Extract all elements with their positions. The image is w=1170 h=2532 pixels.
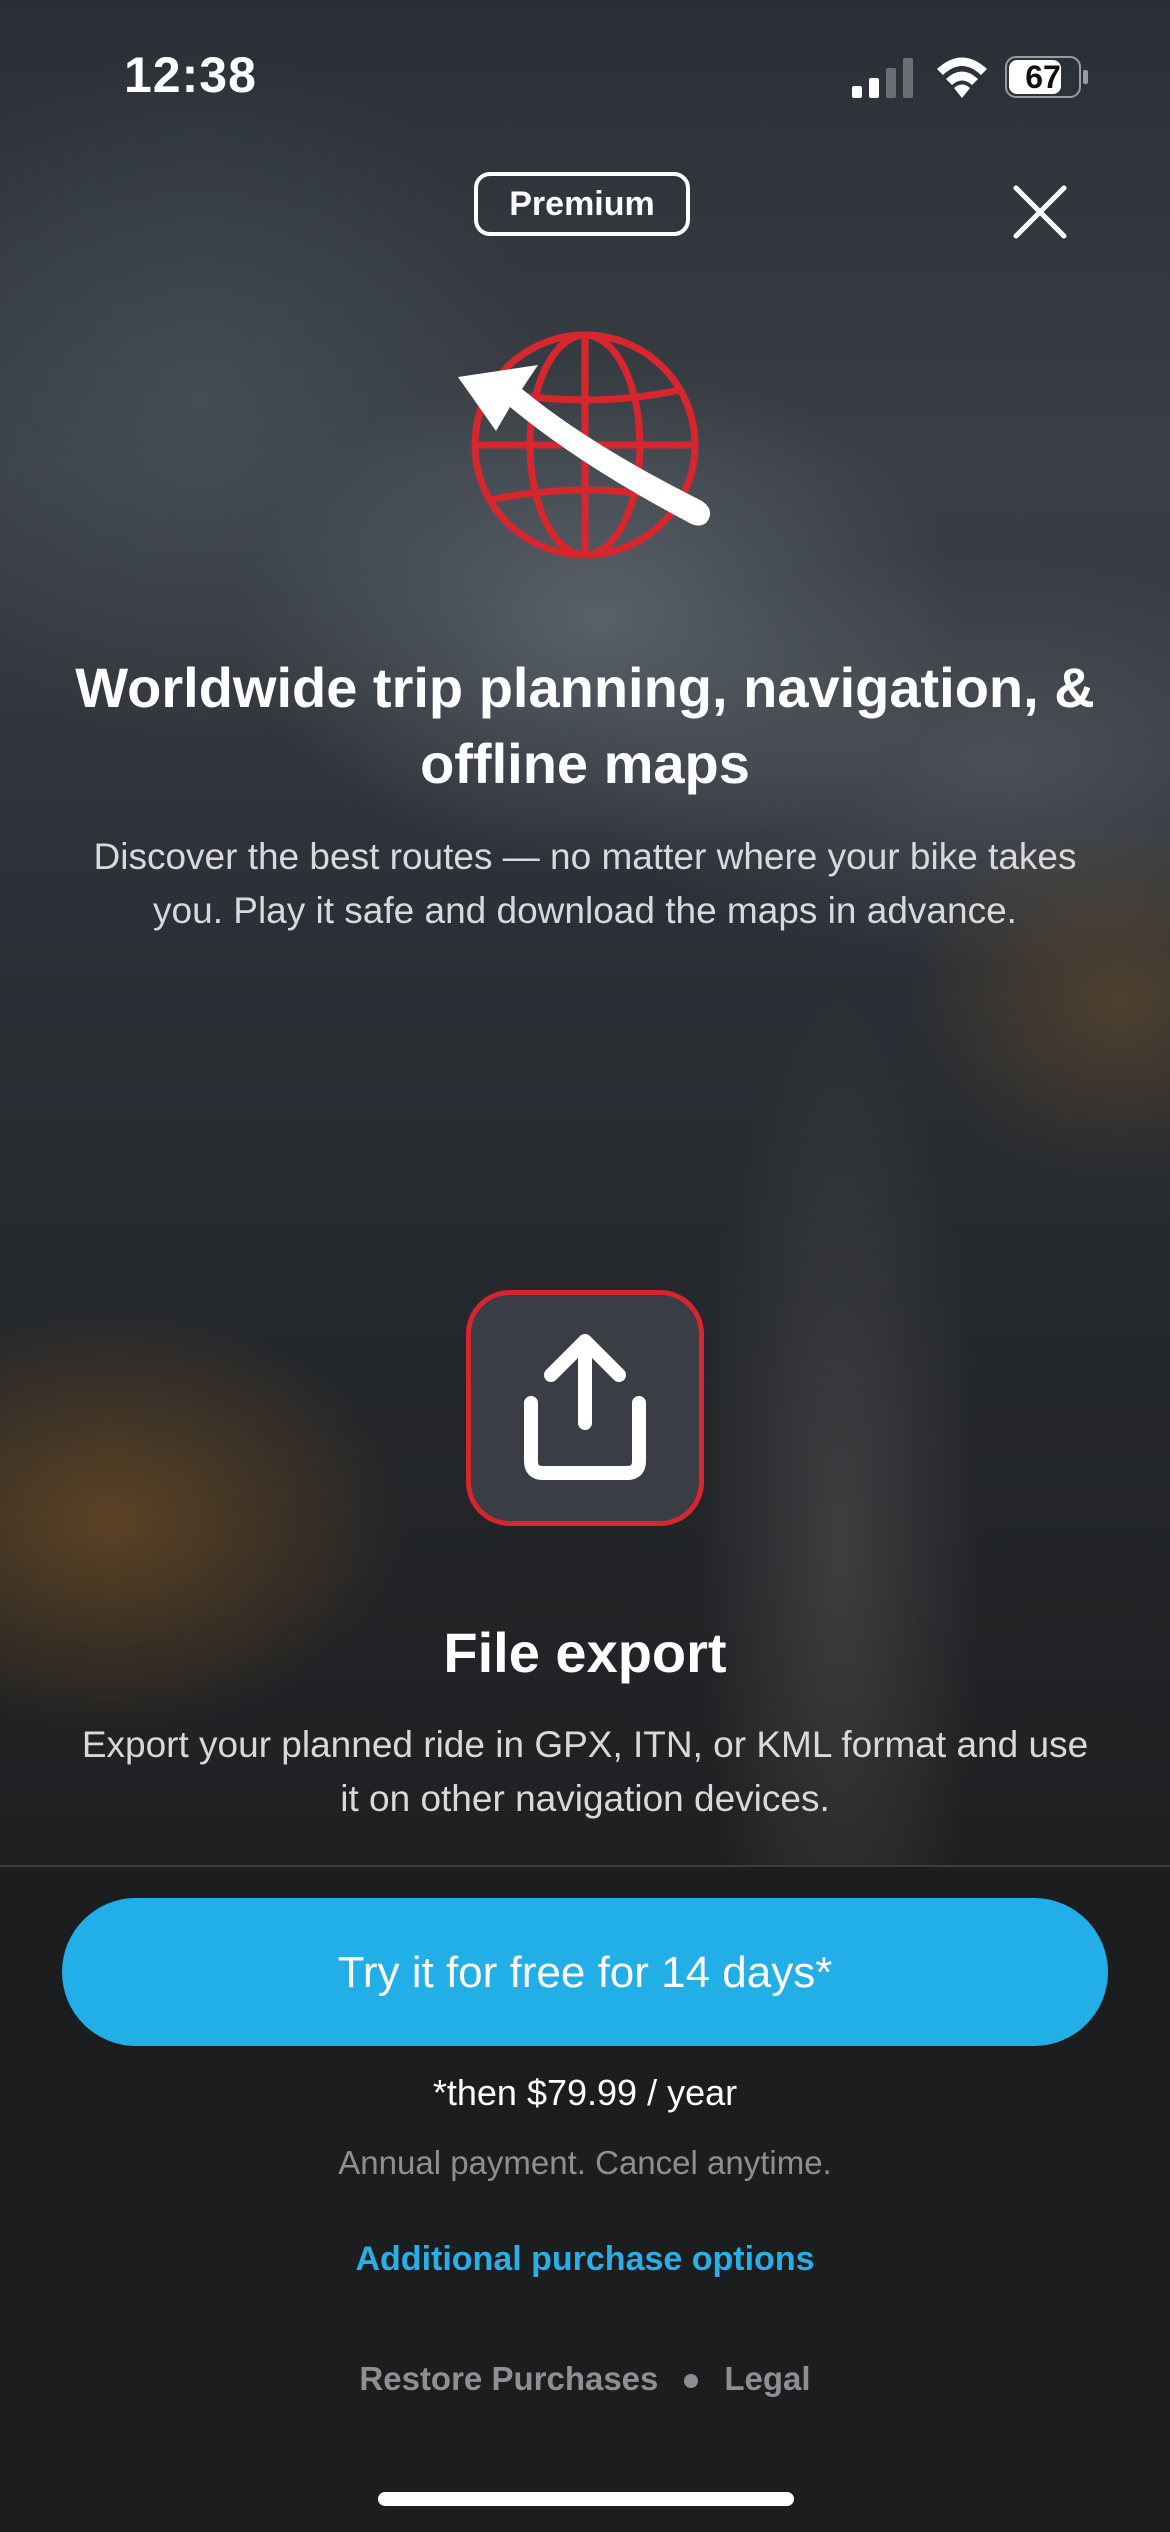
home-indicator[interactable] [378, 2492, 794, 2506]
payment-note: Annual payment. Cancel anytime. [338, 2144, 832, 2181]
legal-link[interactable]: Legal [724, 2360, 810, 2397]
close-icon[interactable] [1000, 172, 1080, 252]
free-trial-button[interactable]: Try it for free for 14 days* [62, 1898, 1108, 2046]
additional-purchase-options-link[interactable]: Additional purchase options [0, 2240, 1170, 2279]
restore-purchases-link[interactable]: Restore Purchases [359, 2360, 658, 2397]
price-note: *then $79.99 / year [432, 2072, 738, 2113]
cellular-signal-icon [852, 58, 913, 98]
globe-route-icon [458, 331, 711, 559]
share-export-icon [524, 1334, 646, 1480]
feature-description-trip-planning: Discover the best routes — no matter whe… [93, 836, 1077, 931]
status-time: 12:38 [124, 47, 257, 103]
separator-dot [684, 2374, 699, 2389]
status-bar: 12:38 67 [0, 0, 1170, 150]
battery-level: 67 [1025, 59, 1061, 95]
wifi-icon [937, 57, 987, 98]
feature-title-file-export: File export [443, 1621, 727, 1684]
footer-links: Restore Purchases Legal [0, 2360, 1170, 2398]
feature-title-trip-planning: Worldwide trip planning, navigation, & o… [75, 656, 1095, 795]
feature-description-file-export: Export your planned ride in GPX, ITN, or… [81, 1724, 1089, 1819]
export-icon-tile [466, 1290, 704, 1526]
premium-badge: Premium [474, 172, 690, 236]
